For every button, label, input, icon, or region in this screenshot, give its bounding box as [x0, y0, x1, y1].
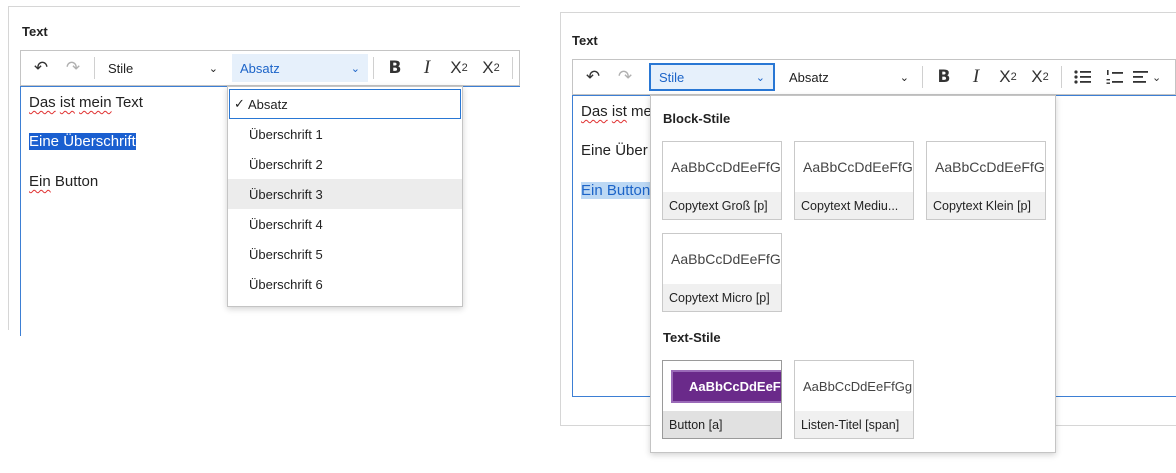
numbered-list-icon — [1106, 70, 1123, 84]
selected-text: Ein Button — [581, 182, 651, 199]
redo-icon[interactable]: ↷ — [59, 54, 87, 82]
panel-top-border — [8, 6, 520, 7]
toolbar-separator — [922, 66, 923, 88]
subscript-button[interactable]: X2 — [445, 54, 473, 82]
panel-left-border — [560, 12, 561, 426]
editor-line-3: Ein Button — [581, 182, 651, 199]
format-dropdown-label: Absatz — [789, 69, 829, 85]
style-caption: Copytext Klein [p] — [927, 192, 1045, 219]
editor-line-1: Das ist me — [581, 103, 652, 120]
styles-dropdown-label: Stile — [659, 69, 685, 85]
format-menu-item-h2[interactable]: Überschrift 2 — [228, 149, 462, 179]
bulleted-list-icon — [1074, 70, 1091, 84]
style-caption: Button [a] — [663, 411, 781, 438]
toolbar-separator — [94, 57, 95, 79]
subscript-icon-mark: 2 — [1010, 71, 1017, 83]
style-preview: AaBbCcDdEeFfGg — [671, 251, 781, 267]
style-caption: Copytext Mediu... — [795, 192, 913, 219]
italic-button[interactable]: I — [413, 54, 441, 82]
subscript-button[interactable]: X2 — [994, 63, 1022, 91]
bold-button[interactable]: B — [381, 54, 409, 82]
bulleted-list-button[interactable] — [1069, 63, 1097, 91]
superscript-icon-mark: 2 — [1042, 71, 1049, 83]
panel-left-border — [8, 6, 9, 330]
style-preview: AaBbCcDdEeFfGg — [663, 361, 781, 411]
format-menu: ✓ Absatz Überschrift 1 Überschrift 2 Übe… — [227, 86, 463, 307]
chevron-down-icon: ⌄ — [755, 71, 765, 84]
left-editor-panel: Text ↶ ↷ Stile ⌄ Absatz ⌄ B I X2 X2 Das … — [0, 0, 520, 340]
format-dropdown-label: Absatz — [240, 60, 280, 76]
chevron-down-icon: ⌄ — [350, 62, 360, 75]
superscript-icon-main: X — [1031, 67, 1043, 86]
style-tile-copytext-klein[interactable]: AaBbCcDdEeFfGg Copytext Klein [p] — [926, 141, 1046, 220]
style-preview: AaBbCcDdEeFfGg — [935, 159, 1045, 175]
alignment-dropdown[interactable]: ⌄ — [1133, 63, 1161, 91]
editor-line-3: Ein Button — [29, 173, 99, 190]
subscript-icon-main: X — [450, 58, 462, 77]
subscript-icon-mark: 2 — [461, 62, 468, 74]
block-styles-heading: Block-Stile — [663, 111, 731, 126]
italic-button[interactable]: I — [962, 63, 990, 91]
format-menu-item-h6[interactable]: Überschrift 6 — [228, 269, 462, 299]
superscript-icon-mark: 2 — [493, 62, 500, 74]
style-caption: Listen-Titel [span] — [795, 411, 913, 438]
format-menu-item-absatz[interactable]: ✓ Absatz — [229, 89, 461, 119]
style-tile-copytext-medium[interactable]: AaBbCcDdEeFfGg Copytext Mediu... — [794, 141, 914, 220]
editor-toolbar: ↶ ↷ Stile ⌄ Absatz ⌄ B I X2 X2 ⌄ — [572, 59, 1176, 95]
toolbar-separator — [373, 57, 374, 79]
text-styles-heading: Text-Stile — [663, 330, 721, 345]
field-label: Text — [22, 24, 48, 39]
superscript-button[interactable]: X2 — [1026, 63, 1054, 91]
editor-toolbar: ↶ ↷ Stile ⌄ Absatz ⌄ B I X2 X2 — [20, 50, 520, 86]
style-caption: Copytext Groß [p] — [663, 192, 781, 219]
field-label: Text — [572, 33, 598, 48]
style-tile-copytext-micro[interactable]: AaBbCcDdEeFfGg Copytext Micro [p] — [662, 233, 782, 312]
format-menu-item-h5[interactable]: Überschrift 5 — [228, 239, 462, 269]
editor-line-1: Das ist mein Text — [29, 94, 143, 111]
redo-icon[interactable]: ↷ — [611, 63, 639, 91]
format-menu-item-h4[interactable]: Überschrift 4 — [228, 209, 462, 239]
undo-icon[interactable]: ↶ — [579, 63, 607, 91]
toolbar-separator — [1061, 66, 1062, 88]
format-menu-item-h1[interactable]: Überschrift 1 — [228, 119, 462, 149]
editor-line-2: Eine Überschrift — [29, 133, 136, 150]
style-preview: AaBbCcDdEeFfGg — [803, 159, 913, 175]
style-tile-listen-titel[interactable]: AaBbCcDdEeFfGg Listen-Titel [span] — [794, 360, 914, 439]
style-preview: AaBbCcDdEeFfGg — [671, 159, 781, 175]
styles-menu: Block-Stile AaBbCcDdEeFfGg Copytext Groß… — [650, 95, 1056, 453]
chevron-down-icon: ⌄ — [208, 62, 218, 75]
styles-dropdown[interactable]: Stile ⌄ — [649, 63, 775, 91]
style-preview: AaBbCcDdEeFfGg — [803, 378, 913, 394]
style-tile-button[interactable]: AaBbCcDdEeFfGg Button [a] — [662, 360, 782, 439]
checkmark-icon: ✓ — [234, 96, 245, 111]
chevron-down-icon: ⌄ — [899, 71, 909, 84]
bold-button[interactable]: B — [930, 63, 958, 91]
undo-icon[interactable]: ↶ — [27, 54, 55, 82]
chevron-down-icon: ⌄ — [1152, 71, 1162, 84]
panel-top-border — [560, 12, 1176, 13]
format-dropdown[interactable]: Absatz ⌄ — [232, 54, 368, 82]
format-dropdown[interactable]: Absatz ⌄ — [781, 63, 917, 91]
format-menu-item-h3[interactable]: Überschrift 3 — [228, 179, 462, 209]
superscript-icon-main: X — [482, 58, 494, 77]
styles-dropdown[interactable]: Stile ⌄ — [100, 54, 226, 82]
superscript-button[interactable]: X2 — [477, 54, 505, 82]
selected-text: Eine Überschrift — [29, 133, 136, 150]
numbered-list-button[interactable] — [1101, 63, 1129, 91]
editor-line-2: Eine Über — [581, 142, 648, 159]
style-caption: Copytext Micro [p] — [663, 284, 781, 311]
style-tile-copytext-gross[interactable]: AaBbCcDdEeFfGg Copytext Groß [p] — [662, 141, 782, 220]
toolbar-separator — [512, 57, 513, 79]
right-editor-panel: Text ↶ ↷ Stile ⌄ Absatz ⌄ B I X2 X2 ⌄ Da… — [558, 0, 1176, 473]
subscript-icon-main: X — [999, 67, 1011, 86]
styles-dropdown-label: Stile — [108, 60, 134, 76]
button-style-chip: AaBbCcDdEeFfGg — [671, 369, 781, 403]
align-left-icon — [1133, 71, 1148, 83]
